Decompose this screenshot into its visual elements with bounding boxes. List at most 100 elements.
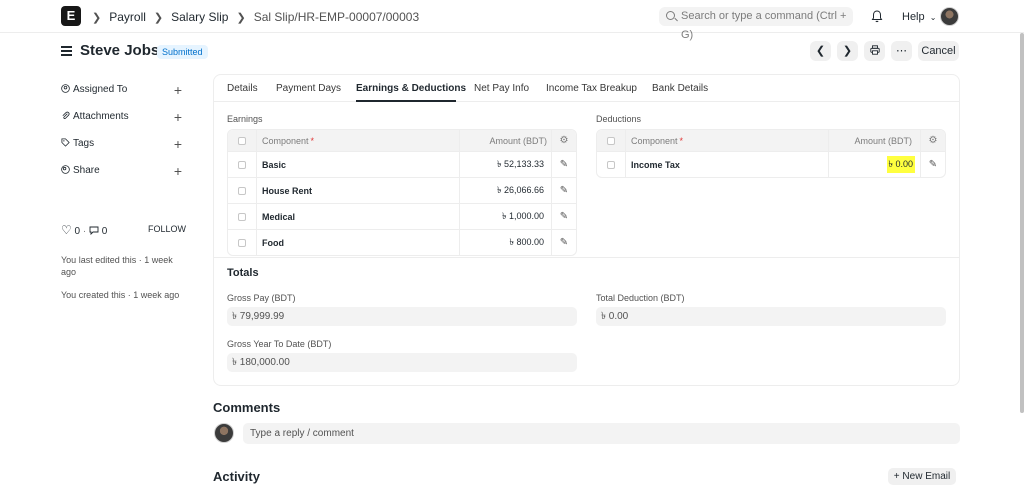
printer-icon: [869, 45, 880, 55]
plus-icon[interactable]: +: [174, 109, 182, 125]
bell-icon[interactable]: [871, 10, 883, 23]
row-checkbox[interactable]: [607, 160, 615, 169]
next-button[interactable]: ❯: [837, 41, 858, 61]
table-header: Component * Amount (BDT) ⚙: [597, 130, 945, 151]
table-header: Component * Amount (BDT) ⚙: [228, 130, 576, 151]
select-all-checkbox[interactable]: [238, 136, 246, 145]
app-logo[interactable]: E: [61, 6, 81, 26]
sidebar-toggle-icon[interactable]: [61, 46, 72, 56]
engagement-stats: ♡ 0 · 0 FOLLOW: [61, 223, 186, 237]
row-amount[interactable]: ৳ 1,000.00: [459, 204, 544, 229]
help-dropdown[interactable]: Help ⌄: [902, 11, 936, 23]
totals-heading: Totals: [227, 267, 259, 279]
comment-icon: [89, 226, 99, 236]
earnings-label: Earnings: [227, 114, 263, 124]
row-component[interactable]: House Rent: [262, 178, 312, 203]
chevron-right-icon: ❯: [842, 45, 853, 57]
chevron-right-icon: ❯: [153, 11, 164, 24]
sidebar-item-assigned-to[interactable]: Assigned To +: [61, 82, 182, 98]
tab-payment-days[interactable]: Payment Days: [276, 83, 341, 94]
table-row[interactable]: Income Tax ৳ 0.00 ✎: [597, 151, 945, 177]
tab-bank-details[interactable]: Bank Details: [652, 83, 708, 94]
row-checkbox[interactable]: [238, 160, 246, 169]
gross-pay-label: Gross Pay (BDT): [227, 293, 296, 303]
gear-icon[interactable]: ⚙: [551, 130, 576, 151]
chevron-left-icon: ❮: [815, 45, 826, 57]
tab-net-pay-info[interactable]: Net Pay Info: [474, 83, 529, 94]
last-edited-info: You last edited this · 1 week ago: [61, 255, 173, 277]
row-component[interactable]: Food: [262, 230, 284, 255]
comments-count: 0: [101, 226, 108, 237]
row-checkbox[interactable]: [238, 212, 246, 221]
column-header-amount: Amount (BDT): [489, 135, 547, 146]
tab-details[interactable]: Details: [227, 83, 258, 94]
share-icon: [61, 165, 70, 174]
row-component[interactable]: Medical: [262, 204, 295, 229]
tab-bar: Details Payment Days Earnings & Deductio…: [214, 75, 959, 102]
comments-heading: Comments: [213, 400, 281, 415]
total-deduction-label: Total Deduction (BDT): [596, 293, 685, 303]
breadcrumb-payroll[interactable]: Payroll: [109, 10, 146, 24]
divider: [214, 257, 959, 258]
deductions-label: Deductions: [596, 114, 642, 124]
sidebar-item-label: Assigned To: [73, 84, 128, 95]
comment-input[interactable]: Type a reply / comment: [243, 423, 960, 444]
previous-button[interactable]: ❮: [810, 41, 831, 61]
cancel-button[interactable]: Cancel: [918, 41, 959, 61]
print-button[interactable]: [864, 41, 885, 61]
table-row[interactable]: Medical ৳ 1,000.00 ✎: [228, 203, 576, 229]
search-input[interactable]: Search or type a command (Ctrl + G): [659, 7, 853, 41]
status-badge: Submitted: [157, 45, 208, 59]
gear-icon[interactable]: ⚙: [920, 130, 945, 151]
search-icon: [666, 11, 675, 20]
edit-row-icon[interactable]: ✎: [551, 230, 576, 255]
column-header-component: Component *: [631, 135, 684, 146]
row-checkbox[interactable]: [238, 186, 246, 195]
sidebar-item-tags[interactable]: Tags +: [61, 136, 182, 152]
row-amount[interactable]: ৳ 52,133.33: [459, 152, 544, 177]
edit-row-icon[interactable]: ✎: [920, 152, 945, 177]
row-amount[interactable]: ৳ 26,066.66: [459, 178, 544, 203]
new-email-button[interactable]: + New Email: [888, 468, 956, 485]
heart-icon[interactable]: ♡: [61, 223, 72, 237]
row-component[interactable]: Basic: [262, 152, 286, 177]
plus-icon[interactable]: +: [174, 163, 182, 179]
activity-heading: Activity: [213, 469, 260, 484]
gross-ytd-label: Gross Year To Date (BDT): [227, 339, 332, 349]
more-actions-button[interactable]: ⋯: [891, 41, 912, 61]
gross-pay-field: ৳ 79,999.99: [227, 307, 577, 326]
row-amount[interactable]: ৳ 800.00: [459, 230, 544, 255]
tab-income-tax-breakup[interactable]: Income Tax Breakup: [546, 83, 637, 94]
row-component[interactable]: Income Tax: [631, 152, 680, 177]
edit-row-icon[interactable]: ✎: [551, 204, 576, 229]
page-title: Steve Jobs: [80, 42, 160, 59]
chevron-right-icon: ❯: [236, 11, 246, 24]
tab-earnings-deductions[interactable]: Earnings & Deductions: [356, 83, 466, 94]
chevron-down-icon: ⌄: [929, 13, 937, 22]
active-tab-indicator: [356, 100, 456, 102]
paperclip-icon: [62, 111, 70, 119]
follow-button[interactable]: FOLLOW: [148, 224, 186, 234]
scrollbar[interactable]: [1020, 33, 1024, 413]
select-all-checkbox[interactable]: [607, 136, 615, 145]
row-amount[interactable]: ৳ 0.00: [828, 152, 915, 177]
table-row[interactable]: Food ৳ 800.00 ✎: [228, 229, 576, 255]
row-checkbox[interactable]: [238, 238, 246, 247]
avatar[interactable]: [940, 7, 959, 26]
sidebar-item-attachments[interactable]: Attachments +: [61, 109, 182, 125]
deductions-table: Component * Amount (BDT) ⚙ Income Tax ৳ 0…: [596, 129, 946, 178]
breadcrumb-salary-slip[interactable]: Salary Slip: [171, 10, 228, 24]
edit-row-icon[interactable]: ✎: [551, 152, 576, 177]
plus-icon[interactable]: +: [174, 136, 182, 152]
search-placeholder: Search or type a command (Ctrl + G): [681, 10, 847, 41]
help-label: Help: [902, 11, 925, 23]
total-deduction-field: ৳ 0.00: [596, 307, 946, 326]
plus-icon[interactable]: +: [174, 82, 182, 98]
likes-count: 0: [74, 226, 81, 237]
table-row[interactable]: House Rent ৳ 26,066.66 ✎: [228, 177, 576, 203]
edit-row-icon[interactable]: ✎: [551, 178, 576, 203]
breadcrumb-current[interactable]: Sal Slip/HR-EMP-00007/00003: [254, 10, 419, 24]
table-row[interactable]: Basic ৳ 52,133.33 ✎: [228, 151, 576, 177]
gross-ytd-field: ৳ 180,000.00: [227, 353, 577, 372]
sidebar-item-share[interactable]: Share +: [61, 163, 182, 179]
